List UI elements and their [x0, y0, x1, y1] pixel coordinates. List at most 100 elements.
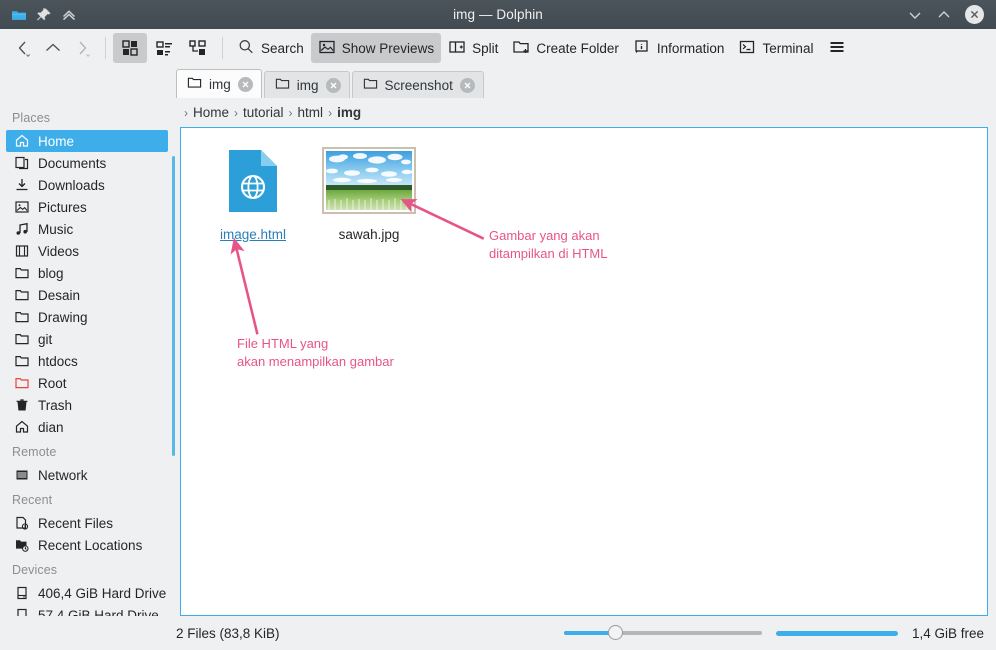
sidebar-item-root[interactable]: Root [0, 372, 176, 394]
view-icons-button[interactable] [113, 33, 147, 63]
maximize-icon[interactable] [936, 7, 952, 23]
search-label: Search [261, 41, 304, 56]
terminal-button[interactable]: Terminal [731, 33, 820, 63]
sidebar-item-label: 57,4 GiB Hard Drive [38, 608, 159, 617]
sidebar-item-label: git [38, 332, 52, 347]
menu-button[interactable] [820, 33, 854, 63]
sidebar-item-pictures[interactable]: Pictures [0, 196, 176, 218]
tab-close-icon[interactable] [326, 78, 341, 93]
sidebar-item-downloads[interactable]: Downloads [0, 174, 176, 196]
folder-icon [14, 287, 30, 303]
sidebar-item-blog[interactable]: blog [0, 262, 176, 284]
breadcrumb: › Home › tutorial › html › img [176, 98, 996, 127]
close-icon[interactable] [965, 5, 984, 24]
breadcrumb-item-home[interactable]: Home [193, 105, 229, 120]
tab-close-icon[interactable] [238, 77, 253, 92]
title-bar-left-icons [0, 7, 77, 23]
view-compact-button[interactable] [147, 33, 181, 63]
show-previews-button[interactable]: Show Previews [311, 33, 441, 63]
sidebar-item-hard-drive-57[interactable]: 57,4 GiB Hard Drive [0, 604, 176, 616]
sidebar-item-recent-files[interactable]: Recent Files [0, 512, 176, 534]
sidebar-item-network[interactable]: Network [0, 464, 176, 486]
sidebar-item-git[interactable]: git [0, 328, 176, 350]
sidebar-item-music[interactable]: Music [0, 218, 176, 240]
downloads-icon [14, 177, 30, 193]
folder-icon [14, 309, 30, 325]
file-name-label: sawah.jpg [339, 227, 400, 242]
split-icon [448, 38, 466, 59]
recent-locations-icon [14, 537, 30, 553]
tab-screenshot[interactable]: Screenshot [352, 71, 484, 98]
back-button[interactable] [8, 33, 38, 63]
recent-files-icon [14, 515, 30, 531]
sidebar-item-trash[interactable]: Trash [0, 394, 176, 416]
terminal-label: Terminal [762, 41, 813, 56]
file-item-sawah-jpg[interactable]: sawah.jpg [311, 142, 427, 242]
view-details-button[interactable] [181, 33, 215, 63]
search-button[interactable]: Search [230, 33, 311, 63]
sidebar-item-htdocs[interactable]: htdocs [0, 350, 176, 372]
zoom-slider[interactable] [564, 625, 762, 641]
dolphin-window: img — Dolphin [0, 0, 996, 650]
sidebar-item-dian[interactable]: dian [0, 416, 176, 438]
pin-icon[interactable] [36, 7, 52, 23]
tab-img-1[interactable]: img [176, 69, 262, 98]
videos-icon [14, 243, 30, 259]
tab-label: img [297, 78, 319, 93]
sidebar-item-documents[interactable]: Documents [0, 152, 176, 174]
information-label: Information [657, 41, 725, 56]
sidebar-item-label: 406,4 GiB Hard Drive [38, 586, 166, 601]
sidebar-item-label: Home [38, 134, 74, 149]
sidebar-group-devices: Devices [0, 556, 176, 582]
sidebar-scrollbar[interactable] [172, 156, 175, 456]
split-button[interactable]: Split [441, 33, 505, 63]
tab-img-2[interactable]: img [264, 71, 350, 98]
html-file-icon [227, 149, 279, 216]
folder-icon[interactable] [11, 7, 27, 23]
toolbar: Search Show Previews Split [0, 29, 996, 67]
breadcrumb-item-tutorial[interactable]: tutorial [243, 105, 284, 120]
sidebar-item-label: Pictures [38, 200, 87, 215]
sidebar-item-label: Desain [38, 288, 80, 303]
minimize-icon[interactable] [907, 7, 923, 23]
search-icon [237, 38, 255, 59]
annotation-image-text: Gambar yang akan ditampilkan di HTML [489, 227, 608, 263]
sidebar-item-label: dian [38, 420, 64, 435]
sidebar-item-label: Root [38, 376, 67, 391]
sidebar-item-drawing[interactable]: Drawing [0, 306, 176, 328]
folder-icon [363, 76, 378, 94]
zoom-slider-handle[interactable] [608, 625, 623, 640]
breadcrumb-separator: › [234, 106, 238, 120]
sidebar-item-home[interactable]: Home [6, 130, 168, 152]
sidebar-item-hard-drive-406[interactable]: 406,4 GiB Hard Drive [0, 582, 176, 604]
sidebar-item-desain[interactable]: Desain [0, 284, 176, 306]
free-space-bar [776, 631, 898, 636]
window-body: Places Home Documents [0, 98, 996, 616]
sidebar-item-label: Recent Locations [38, 538, 142, 553]
up-button[interactable] [38, 33, 68, 63]
title-bar: img — Dolphin [0, 0, 996, 29]
harddrive-icon [14, 607, 30, 616]
information-button[interactable]: Information [626, 33, 732, 63]
sidebar-item-recent-locations[interactable]: Recent Locations [0, 534, 176, 556]
home-icon [14, 419, 30, 435]
toolbar-separator-2 [222, 37, 223, 59]
sidebar-item-videos[interactable]: Videos [0, 240, 176, 262]
file-item-image-html[interactable]: image.html [195, 142, 311, 242]
show-previews-label: Show Previews [342, 41, 434, 56]
chevron-up-icon[interactable] [61, 7, 77, 23]
file-view[interactable]: image.html [180, 127, 988, 616]
tab-close-icon[interactable] [460, 78, 475, 93]
breadcrumb-item-img[interactable]: img [337, 105, 361, 120]
create-folder-label: Create Folder [536, 41, 619, 56]
sidebar-item-label: Downloads [38, 178, 105, 193]
forward-button[interactable] [68, 33, 98, 63]
file-icon-wrap [227, 146, 279, 218]
main-pane: › Home › tutorial › html › img [176, 98, 996, 616]
sidebar-item-label: Videos [38, 244, 79, 259]
create-folder-button[interactable]: Create Folder [505, 33, 626, 63]
music-icon [14, 221, 30, 237]
places-sidebar: Places Home Documents [0, 98, 176, 616]
breadcrumb-item-html[interactable]: html [298, 105, 324, 120]
toolbar-separator [105, 37, 106, 59]
